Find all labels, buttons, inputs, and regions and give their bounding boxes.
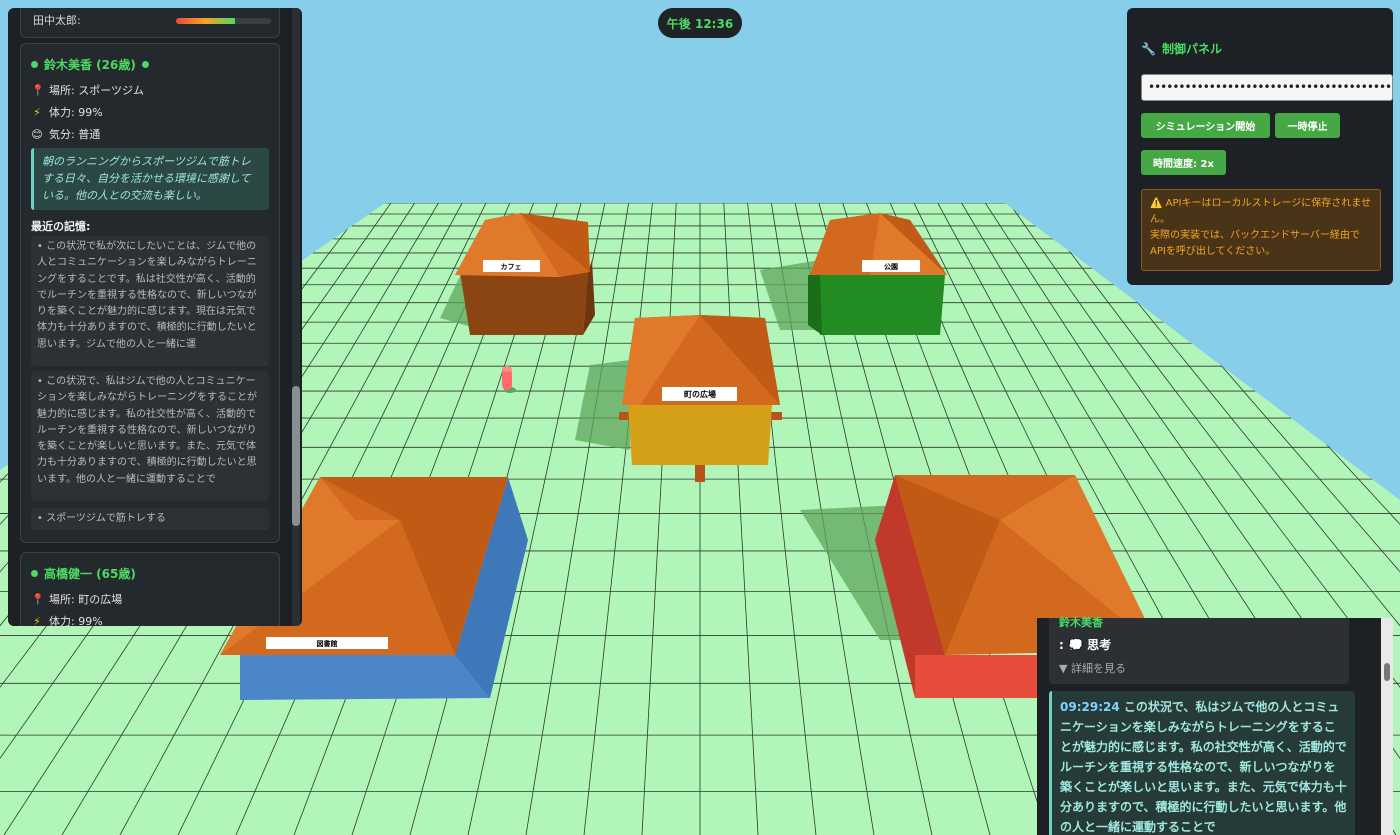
log-entry-collapsed[interactable]: 鈴木美香 : 💭 思考 ▼ 詳細を見る xyxy=(1049,616,1349,684)
park-label: 公園 xyxy=(884,262,898,271)
plaza-label: 町の広場 xyxy=(684,389,716,399)
start-simulation-button[interactable]: シミュレーション開始 xyxy=(1141,113,1270,138)
log-type: : 💭 思考 xyxy=(1059,638,1112,652)
agent-card-takahashi[interactable]: 高橋健一 (65歳) 📍 場所: 町の広場 ⚡ 体力: 99% xyxy=(20,552,280,626)
memory-title: 最近の記憶: xyxy=(31,220,91,233)
agent-card-suzuki[interactable]: 鈴木美香 (26歳) 📍 場所: スポーツジム ⚡ 体力: 99% 😊 気分: 普通 … xyxy=(20,43,280,543)
agent-mood: 気分: 普通 xyxy=(49,128,101,141)
status-dot xyxy=(31,61,38,68)
api-key-input[interactable]: •••••••••••••••••••••••••••••••••••••••• xyxy=(1141,74,1393,101)
energy-bar xyxy=(176,18,271,24)
control-panel: 🔧 制御パネル •••••••••••••••••••••••••••••••••… xyxy=(1127,8,1393,285)
agent-location: 場所: 町の広場 xyxy=(49,593,123,606)
memory-item: • スポーツジムで筋トレする xyxy=(31,508,269,530)
api-warning: ⚠️ APIキーはローカルストレージに保存されません。 実際の実装では、バックエ… xyxy=(1141,189,1381,271)
control-title: 制御パネル xyxy=(1161,42,1222,56)
agent-thought: 朝のランニングからスポーツジムで筋トレする日々、自分を活かせる環境に感謝している… xyxy=(31,148,269,210)
agent-location: 場所: スポーツジム xyxy=(49,84,144,97)
lightning-icon: ⚡ xyxy=(33,614,41,627)
clock-display: 午後 12:36 xyxy=(658,8,742,38)
time-speed-button[interactable]: 時間速度: 2x xyxy=(1141,150,1226,175)
agent-name: 田中太郎: xyxy=(33,14,81,27)
details-toggle[interactable]: ▼ 詳細を見る xyxy=(1059,660,1126,676)
agent-name: 鈴木美香 (26歳) xyxy=(44,58,136,72)
cafe-label: カフェ xyxy=(501,263,522,271)
warning-line-1: ⚠️ APIキーはローカルストレージに保存されません。 xyxy=(1150,198,1371,225)
scroll-thumb[interactable] xyxy=(1384,663,1390,681)
agent-energy: 体力: 99% xyxy=(49,106,103,119)
log-text: この状況で、私はジムで他の人とコミュニケーションを楽しみながらトレーニングをする… xyxy=(1060,700,1347,834)
pin-icon: 📍 xyxy=(31,83,45,97)
memory-item: • この状況で私が次にしたいことは、ジムで他の人とコミュニケーションを楽しみなが… xyxy=(31,236,269,366)
smile-icon: 😊 xyxy=(31,127,43,141)
log-agent-name: 鈴木美香 xyxy=(1059,616,1103,629)
lightning-icon: ⚡ xyxy=(33,105,41,119)
pause-button[interactable]: 一時停止 xyxy=(1275,113,1340,138)
wrench-icon: 🔧 xyxy=(1141,41,1156,56)
status-dot xyxy=(31,570,38,577)
agent-energy: 体力: 99% xyxy=(49,615,103,626)
warning-line-2: 実際の実装では、バックエンドサーバー経由でAPIを呼び出してください。 xyxy=(1150,230,1360,257)
activity-log-panel[interactable]: 鈴木美香 : 💭 思考 ▼ 詳細を見る 09:29:24 この状況で、私はジムで… xyxy=(1037,616,1393,835)
active-dot xyxy=(141,61,149,68)
library-label: 図書館 xyxy=(317,639,338,648)
memory-item: • この状況で、私はジムで他の人とコミュニケーションを楽しみながらトレーニングを… xyxy=(31,371,269,501)
agent-list-panel[interactable]: 田中太郎: 鈴木美香 (26歳) 📍 場所: スポーツジム ⚡ 体力: 99% 😊 気… xyxy=(8,8,302,626)
left-scrollbar[interactable] xyxy=(292,8,300,626)
scroll-thumb[interactable] xyxy=(292,386,300,526)
building-plaza[interactable]: 町の広場 xyxy=(619,315,782,482)
log-scrollbar[interactable] xyxy=(1381,618,1393,835)
pin-icon: 📍 xyxy=(31,592,45,606)
agent-name: 高橋健一 (65歳) xyxy=(44,567,136,581)
agent-card-tanaka[interactable]: 田中太郎: xyxy=(20,8,280,38)
log-time: 09:29:24 xyxy=(1060,700,1120,714)
log-entry: 09:29:24 この状況で、私はジムで他の人とコミュニケーションを楽しみながら… xyxy=(1049,691,1355,835)
